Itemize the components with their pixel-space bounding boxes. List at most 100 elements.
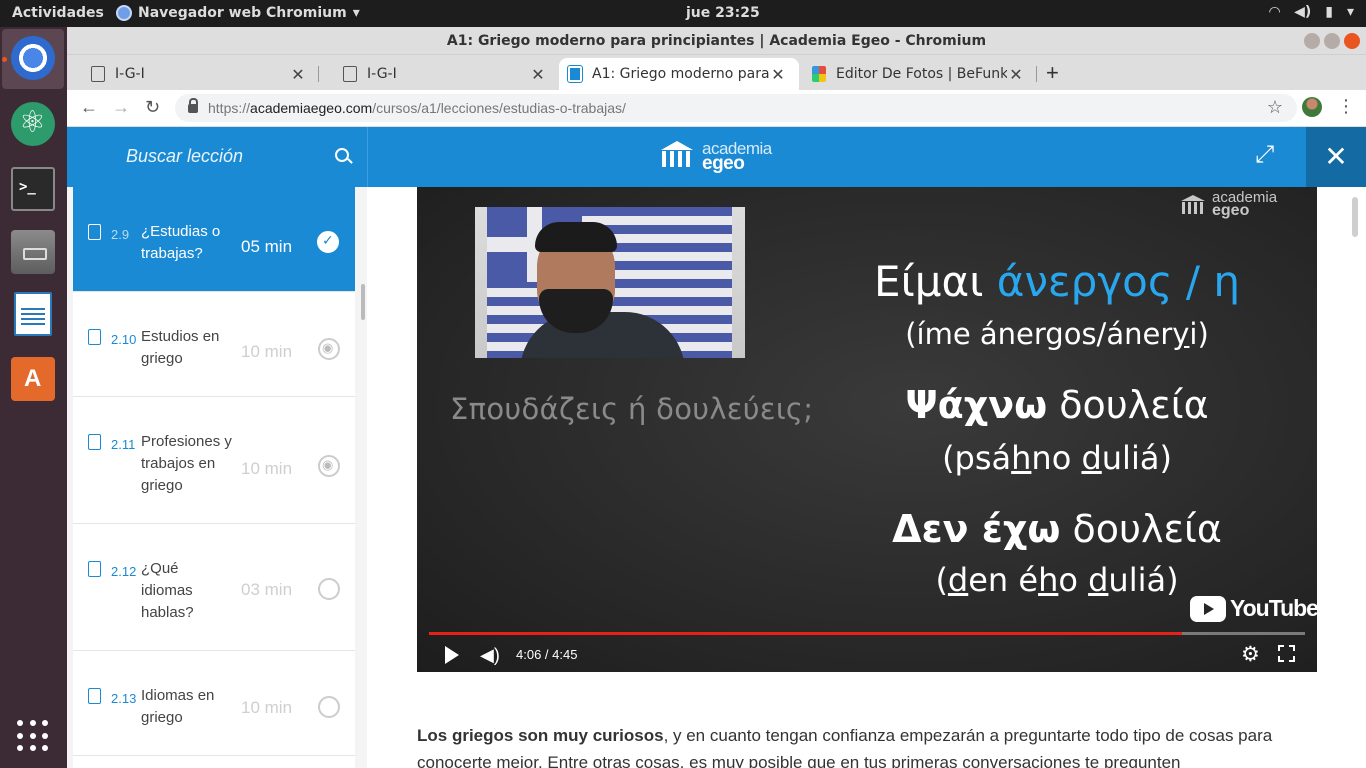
window-title: A1: Griego moderno para principiantes | … xyxy=(446,33,987,49)
address-bar[interactable]: https:// academiaegeo.com /cursos/a1/lec… xyxy=(175,94,1297,122)
page-scroll-thumb[interactable] xyxy=(1352,197,1358,237)
page-icon xyxy=(91,66,105,82)
youtube-play-logo-icon xyxy=(1190,595,1226,622)
profile-avatar[interactable] xyxy=(1302,97,1322,117)
tab-label: I-G-I xyxy=(367,66,397,82)
menu-dots-icon[interactable]: ⋮ xyxy=(1337,96,1355,117)
show-apps-icon[interactable] xyxy=(17,720,49,752)
lesson-article-text: Los griegos son muy curiosos, y en cuant… xyxy=(417,722,1317,768)
files-icon[interactable] xyxy=(11,230,55,274)
tab-befunky[interactable]: Editor De Fotos | BeFunky ✕ xyxy=(799,58,1037,90)
lesson-title: ¿Estudias o trabajas? xyxy=(141,223,221,262)
window-controls xyxy=(1304,33,1360,49)
gnome-top-bar: Actividades Navegador web Chromium ▾ jue… xyxy=(0,0,1366,27)
lesson-number: 2.9 xyxy=(111,227,130,242)
tab-igi-2[interactable]: I-G-I ✕ xyxy=(319,58,559,90)
app-menu[interactable]: Navegador web Chromium ▾ xyxy=(116,5,360,21)
logo-text-egeo: egeo xyxy=(702,153,745,174)
youtube-video-player[interactable]: academia egeo Σπουδάζεις ή δουλεύεις; Εί… xyxy=(417,187,1317,672)
transliteration-2: (psáhno duliá) xyxy=(942,439,1172,477)
terminal-icon[interactable] xyxy=(11,167,55,211)
academia-egeo-logo[interactable]: academia egeo xyxy=(658,140,772,174)
search-icon[interactable] xyxy=(335,148,349,162)
befunky-favicon xyxy=(812,66,826,82)
lesson-sidebar: 2.9 ¿Estudias o trabajas? 05 min 2.10 Es… xyxy=(67,187,367,768)
close-window-icon[interactable] xyxy=(1344,33,1360,49)
lesson-number: 2.11 xyxy=(111,437,136,452)
document-icon xyxy=(88,561,101,577)
close-tab-icon[interactable]: ✕ xyxy=(289,65,307,84)
lesson-content: academia egeo Σπουδάζεις ή δουλεύεις; Εί… xyxy=(367,187,1366,768)
lesson-item-2-12[interactable]: 2.12 ¿Qué idiomas hablas? 03 min xyxy=(73,524,355,651)
lesson-number: 2.12 xyxy=(111,564,137,579)
maximize-icon[interactable] xyxy=(1324,33,1340,49)
close-tab-icon[interactable]: ✕ xyxy=(1007,65,1025,84)
activities-button[interactable]: Actividades xyxy=(12,5,104,21)
search-lesson-input[interactable]: Buscar lección xyxy=(126,146,243,167)
transliteration-3: (den ého duliá) xyxy=(935,561,1179,599)
lesson-item-2-10[interactable]: 2.10 Estudios en griego 10 min xyxy=(73,292,355,397)
reload-icon[interactable]: ↻ xyxy=(145,97,160,118)
clock[interactable]: jue 23:25 xyxy=(686,5,760,21)
browser-toolbar: ← → ↻ https:// academiaegeo.com /cursos/… xyxy=(67,90,1366,127)
url-host: academiaegeo.com xyxy=(250,100,373,116)
article-bold-lead: Los griegos son muy curiosos xyxy=(417,726,664,745)
greek-phrase-2: Ψάχνω δουλεία xyxy=(905,383,1209,427)
tab-label: I-G-I xyxy=(115,66,145,82)
lesson-number: 2.13 xyxy=(111,691,137,706)
app-menu-label: Navegador web Chromium xyxy=(138,5,347,21)
tab-academia-egeo[interactable]: A1: Griego moderno para principiantes | … xyxy=(559,58,799,90)
greek-phrase-1: Είμαι άνεργος / η xyxy=(874,257,1240,306)
page-icon xyxy=(343,66,357,82)
back-arrow-icon[interactable]: ← xyxy=(80,97,98,118)
expand-icon[interactable] xyxy=(1255,141,1277,169)
new-tab-button[interactable]: + xyxy=(1046,60,1059,86)
running-indicator xyxy=(2,57,7,62)
transliteration-1: (íme ánergos/áneryi) xyxy=(905,317,1209,351)
video-time: 4:06 / 4:45 xyxy=(516,647,578,662)
play-icon[interactable] xyxy=(445,646,459,664)
system-tray[interactable]: ◠ ◀) ▮ ▾ xyxy=(1269,4,1354,20)
sidebar-scroll-thumb[interactable] xyxy=(361,284,365,320)
writer-icon[interactable] xyxy=(14,292,52,336)
close-tab-icon[interactable]: ✕ xyxy=(529,65,547,84)
atom-icon[interactable] xyxy=(11,102,55,146)
lesson-item-2-11[interactable]: 2.11 Profesiones y trabajos en griego 10… xyxy=(73,397,355,524)
fullscreen-icon[interactable] xyxy=(1278,645,1295,662)
lesson-title: Profesiones y trabajos en griego xyxy=(141,433,232,494)
lock-icon[interactable] xyxy=(188,97,198,113)
document-icon xyxy=(88,329,101,345)
tab-igi-1[interactable]: I-G-I ✕ xyxy=(67,58,319,90)
settings-gear-icon[interactable]: ⚙ xyxy=(1241,642,1260,667)
software-center-icon[interactable] xyxy=(11,357,55,401)
tab-label: Editor De Fotos | BeFunky xyxy=(836,66,1007,82)
lesson-item-next[interactable] xyxy=(73,756,355,768)
bookmark-star-icon[interactable]: ☆ xyxy=(1267,97,1283,118)
lesson-number: 2.10 xyxy=(111,332,137,347)
pending-circle-icon xyxy=(318,696,340,718)
document-icon xyxy=(88,434,101,450)
sidebar-scrollbar[interactable] xyxy=(359,187,367,768)
video-progress-fill xyxy=(429,632,1183,635)
lesson-duration: 03 min xyxy=(241,580,293,599)
viewed-eye-icon xyxy=(318,338,340,360)
lesson-item-2-9[interactable]: 2.9 ¿Estudias o trabajas? 05 min xyxy=(73,187,355,292)
video-question-text: Σπουδάζεις ή δουλεύεις; xyxy=(450,392,814,426)
volume-icon[interactable]: ◀) xyxy=(480,645,500,666)
chromium-icon xyxy=(116,5,132,21)
temple-icon xyxy=(658,141,696,171)
url-path: /cursos/a1/lecciones/estudias-o-trabajas… xyxy=(372,100,626,116)
pending-circle-icon xyxy=(318,578,340,600)
minimize-icon[interactable] xyxy=(1304,33,1320,49)
url-scheme: https:// xyxy=(208,100,251,116)
chromium-icon[interactable] xyxy=(11,36,55,80)
forward-arrow-icon[interactable]: → xyxy=(112,97,130,118)
video-progress-bar[interactable] xyxy=(429,632,1305,635)
youtube-logo[interactable]: YouTube xyxy=(1190,595,1317,622)
lesson-item-2-13[interactable]: 2.13 Idiomas en griego 10 min xyxy=(73,651,355,756)
lesson-duration: 10 min xyxy=(241,342,293,361)
dock xyxy=(0,27,67,768)
close-tab-icon[interactable]: ✕ xyxy=(769,65,787,84)
lesson-title: ¿Qué idiomas hablas? xyxy=(141,560,194,621)
close-lesson-button[interactable]: ✕ xyxy=(1306,127,1366,187)
